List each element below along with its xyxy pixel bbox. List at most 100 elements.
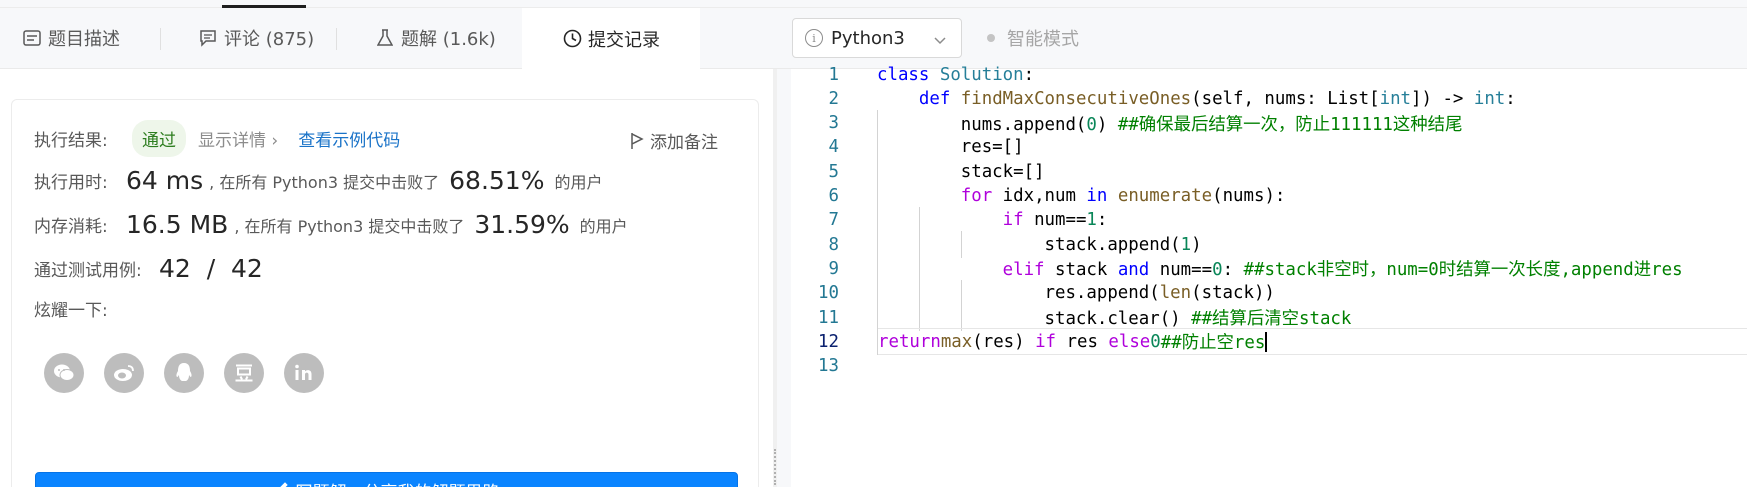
line-number: 13	[818, 356, 839, 377]
code-text[interactable]: stack.clear() ##结算后清空stack	[877, 305, 1747, 330]
chevron-down-icon	[933, 31, 947, 52]
tab-divider	[160, 28, 161, 50]
code-line[interactable]: 3 nums.append(0) ##确保最后结算一次，防止111111这种结尾	[791, 109, 1747, 137]
code-line[interactable]: 2 def findMaxConsecutiveOnes(self, nums:…	[791, 85, 1747, 112]
code-text[interactable]: if num==1:	[877, 210, 1747, 230]
code-line[interactable]: 12 return max (res) if res else 0 ##防止空re…	[791, 328, 1747, 356]
code-text[interactable]: class Solution:	[877, 65, 1747, 85]
tests-label: 通过测试用例:	[34, 261, 142, 281]
code-text[interactable]: nums.append(0) ##确保最后结算一次，防止111111这种结尾	[877, 111, 1747, 136]
indent-guide	[918, 231, 920, 259]
code-line[interactable]: 6 for idx,num in enumerate(nums):	[791, 182, 1747, 210]
leetcode-submission-page: 题目描述 评论 (875) 题解 (1.6k) 提交记录 i Python3 智…	[0, 0, 1747, 487]
code-line[interactable]: 10 res.append(len(stack))	[791, 279, 1747, 307]
result-card: 执行结果: 通过 显示详情 › 查看示例代码 添加备注 执行用时: 64 ms …	[11, 99, 759, 487]
runtime-label: 执行用时:	[34, 173, 108, 193]
qq-icon[interactable]	[164, 353, 204, 393]
language-value: Python3	[831, 27, 905, 49]
code-text[interactable]: def findMaxConsecutiveOnes(self, nums: L…	[877, 89, 1747, 109]
drag-handle-icon[interactable]	[774, 449, 776, 485]
tab-divider	[336, 28, 337, 50]
code-editor[interactable]: 1 class Solution: 2 def findMaxConsecutive…	[777, 65, 1747, 487]
line-number: 10	[818, 283, 839, 304]
indent-guide	[877, 231, 878, 259]
linkedin-icon[interactable]	[284, 353, 324, 393]
pencil-icon	[274, 480, 290, 487]
code-text[interactable]: res.append(len(stack))	[877, 283, 1747, 303]
line-number: 8	[828, 234, 839, 255]
show-detail-link[interactable]: 显示详情 ›	[198, 126, 278, 151]
tab-description[interactable]: 题目描述	[22, 8, 120, 68]
code-text[interactable]: elif stack and num==0: ##stack非空时，num=0时…	[877, 256, 1747, 281]
indent-guide	[877, 182, 878, 210]
code-line[interactable]: 11 stack.clear() ##结算后清空stack	[791, 304, 1747, 331]
problem-tabs: 题目描述 评论 (875) 题解 (1.6k) 提交记录	[0, 8, 777, 69]
memory-value: 16.5 MB	[126, 210, 229, 239]
line-number: 1	[828, 64, 839, 85]
line-number: 4	[828, 137, 839, 158]
runtime-users: 的用户	[554, 172, 603, 192]
code-line[interactable]: 8 stack.append(1)	[791, 231, 1747, 259]
indent-guide	[877, 206, 878, 234]
share-icons	[44, 353, 344, 393]
indent-guide	[918, 304, 920, 331]
runtime-text: , 在所有 Python3 提交中击败了	[209, 172, 440, 192]
code-line[interactable]: 1 class Solution:	[791, 61, 1747, 88]
tab-label: 题目描述	[48, 29, 120, 50]
code-line[interactable]: 9 elif stack and num==0: ##stack非空时，num=…	[791, 255, 1747, 283]
runtime-row: 执行用时: 64 ms , 在所有 Python3 提交中击败了 68.51% …	[34, 166, 602, 195]
info-icon: i	[805, 29, 823, 47]
tests-row: 通过测试用例: 42 / 42	[34, 254, 263, 283]
tests-value: 42 / 42	[159, 254, 263, 283]
douban-icon[interactable]	[224, 353, 264, 393]
line-number: 6	[828, 186, 839, 206]
tab-label: 提交记录	[588, 29, 660, 51]
code-line[interactable]: 5 stack=[]	[791, 158, 1747, 186]
code-text[interactable]: return max (res) if res else 0 ##防止空res	[877, 328, 1747, 356]
smart-mode-toggle[interactable]: 智能模式	[987, 18, 1079, 58]
indent-guide	[960, 231, 962, 259]
runtime-value: 64 ms	[126, 166, 204, 195]
tab-comments[interactable]: 评论 (875)	[198, 8, 314, 68]
exec-result-label: 执行结果:	[34, 131, 108, 151]
share-row: 炫耀一下:	[34, 296, 108, 321]
memory-text: , 在所有 Python3 提交中击败了	[234, 216, 465, 236]
editor-toolbar: i Python3 智能模式	[777, 8, 1747, 69]
code-line[interactable]: 7 if num==1:	[791, 206, 1747, 234]
status-badge: 通过	[132, 120, 186, 157]
code-line[interactable]: 13	[791, 353, 1747, 380]
comment-icon	[198, 28, 218, 48]
line-number: 9	[828, 258, 839, 279]
code-text[interactable]: res=[]	[877, 137, 1747, 157]
tab-solutions[interactable]: 题解 (1.6k)	[375, 8, 496, 68]
status-dot-icon	[987, 34, 995, 42]
memory-label: 内存消耗:	[34, 217, 108, 237]
code-line[interactable]: 4 res=[]	[791, 133, 1747, 161]
indent-guide	[877, 304, 878, 331]
memory-row: 内存消耗: 16.5 MB , 在所有 Python3 提交中击败了 31.59…	[34, 210, 628, 239]
memory-percent: 31.59%	[474, 210, 570, 239]
code-text[interactable]: for idx,num in enumerate(nums):	[877, 186, 1747, 206]
language-select[interactable]: i Python3	[792, 18, 962, 58]
write-solution-button[interactable]: 写题解，分享我的解题思路	[35, 472, 738, 487]
view-example-link[interactable]: 查看示例代码	[298, 126, 400, 151]
indent-guide	[877, 133, 878, 161]
indent-guide	[918, 206, 920, 234]
tab-submissions[interactable]: 提交记录	[522, 8, 700, 69]
runtime-percent: 68.51%	[449, 166, 545, 195]
indent-guide	[960, 279, 962, 307]
line-number: 3	[828, 113, 839, 134]
add-note-button[interactable]: 添加备注	[630, 128, 718, 153]
code-text[interactable]: stack=[]	[877, 162, 1747, 182]
tab-label: 评论 (875)	[224, 29, 315, 50]
flask-icon	[375, 28, 395, 48]
flag-icon	[630, 132, 644, 150]
indent-guide	[918, 279, 920, 307]
memory-users: 的用户	[579, 216, 628, 236]
code-text[interactable]: stack.append(1)	[877, 235, 1747, 255]
exec-result-row: 执行结果: 通过 显示详情 › 查看示例代码	[34, 120, 400, 157]
weibo-icon[interactable]	[104, 353, 144, 393]
wechat-icon[interactable]	[44, 353, 84, 393]
write-solution-label: 写题解，分享我的解题思路	[296, 478, 500, 487]
indent-guide	[877, 109, 878, 137]
